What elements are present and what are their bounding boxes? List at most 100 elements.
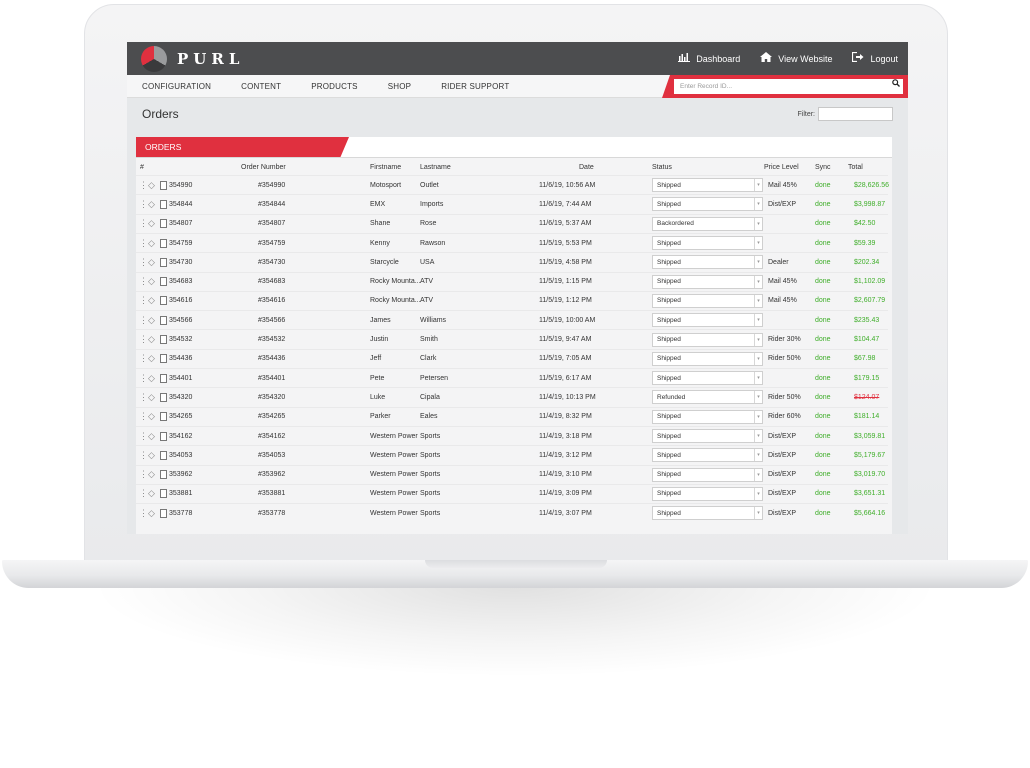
nav-products[interactable]: PRODUCTS xyxy=(296,82,373,91)
status-select[interactable]: Shipped ▾ xyxy=(652,409,763,424)
order-number[interactable]: #354683 xyxy=(258,273,285,291)
order-number[interactable]: #354759 xyxy=(258,234,285,252)
table-row[interactable]: ⋮◇ 354532 #354532 Justin Smith 11/5/19, 9:47 … xyxy=(136,329,888,348)
drag-handle-icon[interactable]: ⋮◇ xyxy=(139,199,155,210)
nav-rider-support[interactable]: RIDER SUPPORT xyxy=(426,82,524,91)
drag-handle-icon[interactable]: ⋮◇ xyxy=(139,315,155,326)
table-row[interactable]: ⋮◇ 354990 #354990 Motosport Outlet 11/6/19, 1… xyxy=(136,175,889,194)
status-select[interactable]: Shipped ▾ xyxy=(652,178,763,193)
status-select[interactable]: Shipped ▾ xyxy=(652,274,763,289)
search-icon[interactable] xyxy=(892,79,900,89)
order-number[interactable]: #354844 xyxy=(258,195,285,213)
drag-handle-icon[interactable]: ⋮◇ xyxy=(139,373,155,384)
order-number[interactable]: #354053 xyxy=(258,446,285,464)
document-icon[interactable] xyxy=(159,296,167,306)
order-number[interactable]: #354730 xyxy=(258,253,285,271)
status-select[interactable]: Shipped ▾ xyxy=(652,313,763,328)
drag-handle-icon[interactable]: ⋮◇ xyxy=(139,450,155,461)
record-id-input[interactable]: Enter Record ID... xyxy=(674,79,903,94)
order-number[interactable]: #354265 xyxy=(258,408,285,426)
drag-handle-icon[interactable]: ⋮◇ xyxy=(139,238,155,249)
table-row[interactable]: ⋮◇ 354616 #354616 Rocky Mounta... ATV 11/5/19… xyxy=(136,290,888,310)
document-icon[interactable] xyxy=(159,392,167,402)
table-row[interactable]: ⋮◇ 354759 #354759 Kenny Rawson 11/5/19, 5:53 … xyxy=(136,232,888,252)
status-select[interactable]: Shipped ▾ xyxy=(652,236,763,251)
drag-handle-icon[interactable]: ⋮◇ xyxy=(139,411,155,422)
drag-handle-icon[interactable]: ⋮◇ xyxy=(139,334,155,345)
status-select[interactable]: Shipped ▾ xyxy=(652,332,763,347)
order-number[interactable]: #353962 xyxy=(258,466,285,484)
table-row[interactable]: ⋮◇ 354730 #354730 Starcycle USA 11/5/19, 4:58… xyxy=(136,252,888,271)
drag-handle-icon[interactable]: ⋮◇ xyxy=(139,469,155,480)
status-select[interactable]: Shipped ▾ xyxy=(652,197,763,212)
table-row[interactable]: ⋮◇ 354566 #354566 James Williams 11/5/19, 10:… xyxy=(136,310,888,329)
table-row[interactable]: ⋮◇ 354844 #354844 EMX Imports 11/6/19, 7:44 A… xyxy=(136,194,888,213)
document-icon[interactable] xyxy=(159,508,167,518)
table-row[interactable]: ⋮◇ 354683 #354683 Rocky Mounta... ATV 11/5/19… xyxy=(136,271,888,291)
document-icon[interactable] xyxy=(159,219,167,229)
nav-configuration[interactable]: CONFIGURATION xyxy=(127,82,226,91)
drag-handle-icon[interactable]: ⋮◇ xyxy=(139,392,155,403)
status-select[interactable]: Shipped ▾ xyxy=(652,506,763,521)
nav-content[interactable]: CONTENT xyxy=(226,82,296,91)
order-number[interactable]: #354320 xyxy=(258,388,285,406)
document-icon[interactable] xyxy=(159,470,167,480)
filter-input[interactable] xyxy=(818,107,893,121)
drag-handle-icon[interactable]: ⋮◇ xyxy=(139,508,155,519)
order-number[interactable]: #354616 xyxy=(258,292,285,310)
status-select[interactable]: Shipped ▾ xyxy=(652,467,763,482)
document-icon[interactable] xyxy=(159,450,167,460)
order-number[interactable]: #354436 xyxy=(258,350,285,368)
document-icon[interactable] xyxy=(159,199,167,209)
document-icon[interactable] xyxy=(159,238,167,248)
table-row[interactable]: ⋮◇ 354436 #354436 Jeff Clark 11/5/19, 7:05 AM… xyxy=(136,348,888,368)
document-icon[interactable] xyxy=(159,431,167,441)
order-number[interactable]: #353881 xyxy=(258,485,285,503)
table-row[interactable]: ⋮◇ 353962 #353962 Western Power Sports 11/4/1… xyxy=(136,464,888,484)
document-icon[interactable] xyxy=(159,257,167,267)
logo[interactable]: PURL xyxy=(141,45,244,72)
status-select[interactable]: Backordered ▾ xyxy=(652,216,763,231)
document-icon[interactable] xyxy=(159,489,167,499)
orders-tab[interactable]: ORDERS xyxy=(136,137,349,157)
drag-handle-icon[interactable]: ⋮◇ xyxy=(139,353,155,364)
table-row[interactable]: ⋮◇ 354320 #354320 Luke Cipala 11/4/19, 10:13 … xyxy=(136,387,888,406)
document-icon[interactable] xyxy=(159,315,167,325)
order-number[interactable]: #354401 xyxy=(258,369,285,387)
drag-handle-icon[interactable]: ⋮◇ xyxy=(139,180,155,191)
order-number[interactable]: #354990 xyxy=(258,176,285,194)
drag-handle-icon[interactable]: ⋮◇ xyxy=(139,218,155,229)
order-number[interactable]: #354162 xyxy=(258,427,285,445)
document-icon[interactable] xyxy=(159,373,167,383)
status-select[interactable]: Refunded ▾ xyxy=(652,390,763,405)
order-number[interactable]: #354532 xyxy=(258,330,285,348)
drag-handle-icon[interactable]: ⋮◇ xyxy=(139,431,155,442)
order-number[interactable]: #354566 xyxy=(258,311,285,329)
table-row[interactable]: ⋮◇ 354265 #354265 Parker Eales 11/4/19, 8:32 … xyxy=(136,406,888,426)
status-select[interactable]: Shipped ▾ xyxy=(652,429,763,444)
nav-shop[interactable]: SHOP xyxy=(373,82,426,91)
drag-handle-icon[interactable]: ⋮◇ xyxy=(139,488,155,499)
document-icon[interactable] xyxy=(159,354,167,364)
table-row[interactable]: ⋮◇ 353778 #353778 Western Power Sports 11/4/1… xyxy=(136,503,888,522)
drag-handle-icon[interactable]: ⋮◇ xyxy=(139,276,155,287)
status-select[interactable]: Shipped ▾ xyxy=(652,293,763,308)
status-select[interactable]: Shipped ▾ xyxy=(652,448,763,463)
logout-link[interactable]: Logout xyxy=(852,51,898,65)
document-icon[interactable] xyxy=(159,412,167,422)
table-row[interactable]: ⋮◇ 354162 #354162 Western Power Sports 11/4/1… xyxy=(136,425,888,445)
view-website-link[interactable]: View Website xyxy=(760,52,832,65)
order-number[interactable]: #354807 xyxy=(258,215,285,233)
document-icon[interactable] xyxy=(159,335,167,345)
document-icon[interactable] xyxy=(159,277,167,287)
dashboard-link[interactable]: Dashboard xyxy=(678,52,740,65)
drag-handle-icon[interactable]: ⋮◇ xyxy=(139,257,155,268)
status-select[interactable]: Shipped ▾ xyxy=(652,371,763,386)
table-row[interactable]: ⋮◇ 354401 #354401 Pete Petersen 11/5/19, 6:17… xyxy=(136,368,888,387)
order-number[interactable]: #353778 xyxy=(258,504,285,522)
status-select[interactable]: Shipped ▾ xyxy=(652,351,763,366)
status-select[interactable]: Shipped ▾ xyxy=(652,486,763,501)
document-icon[interactable] xyxy=(159,180,167,190)
table-row[interactable]: ⋮◇ 354807 #354807 Shane Rose 11/6/19, 5:37 AM… xyxy=(136,213,888,233)
table-row[interactable]: ⋮◇ 353881 #353881 Western Power Sports 11/4/1… xyxy=(136,483,888,503)
